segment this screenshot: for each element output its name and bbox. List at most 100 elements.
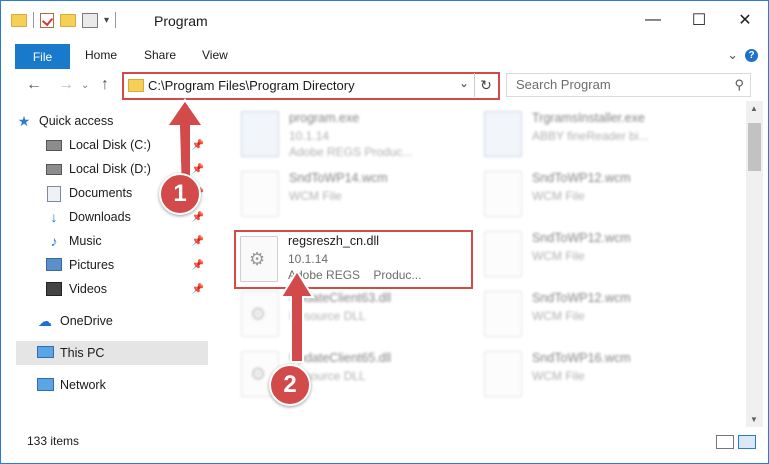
computer-icon (37, 346, 54, 360)
divider (33, 12, 34, 28)
scrollbar-thumb[interactable] (748, 123, 761, 171)
tab-file[interactable]: File (15, 44, 70, 69)
file-tile[interactable]: TrgramsInstaller.exe ABBY fineReader bi.… (484, 107, 714, 163)
close-button[interactable]: ✕ (722, 1, 768, 39)
expand-ribbon-icon[interactable]: ⌄ (727, 47, 738, 63)
file-name: SndToWP12.wcm (532, 231, 631, 245)
file-name: SndToWP12.wcm (532, 291, 631, 305)
sidebar-item-label: Quick access (39, 114, 114, 128)
step-2-badge: 2 (269, 364, 311, 406)
sidebar-item-label: Music (69, 234, 102, 248)
quick-access-toolbar: ▾ (11, 12, 117, 28)
customize-dropdown-icon[interactable]: ▾ (104, 15, 109, 26)
file-icon (484, 351, 522, 397)
tab-share[interactable]: Share (144, 48, 176, 62)
file-name: program.exe (289, 111, 360, 125)
up-icon[interactable]: ↑ (101, 76, 109, 94)
pin-icon[interactable]: 📌 (192, 236, 204, 247)
file-icon (484, 291, 522, 337)
sidebar-item-label: Local Disk (D:) (69, 162, 151, 176)
file-type: WCM File (532, 369, 585, 383)
drive-icon (46, 162, 62, 176)
file-product: Produc... (373, 268, 422, 282)
pictures-icon (46, 258, 62, 272)
sidebar-item-label: Network (60, 378, 106, 392)
vertical-scrollbar[interactable]: ▲ ▼ (746, 101, 763, 427)
maximize-button[interactable]: ☐ (676, 1, 722, 39)
music-icon: ♪ (50, 233, 58, 249)
details-view-icon[interactable] (716, 435, 734, 449)
status-bar: 133 items (1, 427, 768, 455)
file-name: SndToWP12.wcm (532, 171, 631, 185)
address-path[interactable]: C:\Program Files\Program Directory (148, 78, 355, 93)
sidebar-item-this-pc[interactable]: This PC (16, 341, 208, 365)
downloads-icon: ↓ (50, 209, 58, 225)
scroll-up-icon[interactable]: ▲ (750, 104, 758, 113)
search-placeholder: Search Program (516, 77, 611, 92)
large-icons-view-icon[interactable] (738, 435, 756, 449)
refresh-icon[interactable]: ↻ (474, 73, 497, 97)
sidebar-item-label: Pictures (69, 258, 115, 272)
file-version: 10.1.14 (288, 252, 329, 266)
file-version: 10.1.14 (289, 129, 330, 143)
network-icon (37, 378, 54, 392)
file-description: ABBY fineReader bi... (532, 129, 649, 143)
file-tile[interactable]: SndToWP12.wcm WCM File (484, 227, 714, 283)
item-count: 133 items (27, 434, 80, 448)
folder-icon (128, 79, 144, 92)
address-dropdown-icon[interactable]: ⌄ (459, 76, 469, 90)
file-icon (484, 231, 522, 277)
arrow-up-shape (279, 269, 315, 363)
sidebar-item-pictures[interactable]: Pictures 📌 (16, 253, 208, 277)
file-type: WCM File (532, 249, 585, 263)
sidebar-item-label: Local Disk (C:) (69, 138, 151, 152)
sidebar-item-label: Videos (69, 282, 107, 296)
properties-check-icon[interactable] (40, 12, 54, 28)
file-tile[interactable]: SndToWP14.wcm WCM File (241, 167, 471, 223)
videos-icon (46, 282, 62, 296)
help-icon[interactable]: ? (745, 49, 758, 62)
file-icon (484, 171, 522, 217)
new-folder-icon[interactable] (60, 13, 76, 27)
sidebar-item-label: Documents (69, 186, 133, 200)
step-1-badge: 1 (159, 173, 201, 215)
documents-icon (46, 186, 62, 202)
exe-file-icon (241, 111, 279, 157)
sidebar-item-videos[interactable]: Videos 📌 (16, 277, 208, 301)
file-name: SndToWP14.wcm (289, 171, 388, 185)
properties-icon[interactable] (82, 12, 98, 28)
title-bar: ▾ Program — ☐ ✕ (1, 1, 768, 39)
file-tile[interactable]: SndToWP12.wcm WCM File (484, 287, 714, 343)
sidebar-item-label: OneDrive (60, 314, 113, 328)
window-title: Program (154, 13, 208, 29)
scroll-down-icon[interactable]: ▼ (750, 415, 758, 424)
tab-home[interactable]: Home (85, 48, 117, 62)
file-icon (241, 171, 279, 217)
search-input[interactable]: Search Program ⚲ (506, 73, 751, 97)
drive-icon (46, 138, 62, 152)
recent-locations-icon[interactable]: ⌄ (81, 80, 89, 91)
file-name: SndToWP16.wcm (532, 351, 631, 365)
sidebar-item-music[interactable]: ♪ Music 📌 (16, 229, 208, 253)
cloud-icon: ☁ (38, 313, 52, 329)
divider (115, 12, 117, 28)
sidebar-item-label: This PC (60, 346, 105, 360)
pin-icon[interactable]: 📌 (192, 260, 204, 271)
file-type: WCM File (532, 309, 585, 323)
sidebar-item-onedrive[interactable]: ☁ OneDrive (16, 309, 208, 333)
file-type: WCM File (289, 189, 342, 203)
explorer-window: ▾ Program — ☐ ✕ File Home Share View ⌄ ?… (0, 0, 769, 464)
back-icon[interactable]: ← (26, 76, 42, 94)
file-tile[interactable]: SndToWP12.wcm WCM File (484, 167, 714, 223)
file-name: TrgramsInstaller.exe (532, 111, 645, 125)
address-row: ← → ⌄ ↑ C:\Program Files\Program Directo… (1, 69, 768, 101)
pin-icon[interactable]: 📌 (192, 284, 204, 295)
file-tile[interactable]: program.exe 10.1.14 Adobe REGS Produc... (241, 107, 471, 163)
ribbon-tabs: File Home Share View ⌄ ? (1, 39, 768, 70)
tab-view[interactable]: View (202, 48, 228, 62)
sidebar-item-network[interactable]: Network (16, 373, 208, 397)
forward-icon[interactable]: → (58, 76, 74, 94)
minimize-button[interactable]: — (630, 1, 676, 39)
file-tile[interactable]: SndToWP16.wcm WCM File (484, 347, 714, 403)
file-company: Adobe REGS Produc... (289, 145, 413, 159)
